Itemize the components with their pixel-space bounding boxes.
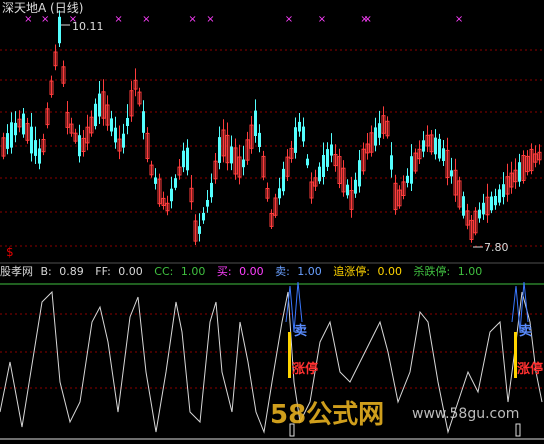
star-marker: ×: [455, 14, 463, 25]
candle-down: [14, 122, 17, 136]
limit-up-signal-2: 涨停: [517, 362, 544, 377]
candle-down: [354, 179, 357, 194]
candle-down: [30, 126, 33, 154]
candle-down: [302, 126, 305, 142]
limit-up-bar: [288, 332, 291, 378]
candle-down: [122, 133, 125, 148]
candle-down: [502, 184, 505, 198]
candle-down: [10, 122, 13, 148]
watermark-logo: 58公式网: [270, 400, 385, 430]
candle-down: [206, 200, 209, 207]
candle-down: [126, 118, 129, 126]
candle-down: [434, 137, 437, 155]
candle-down: [374, 127, 377, 146]
signal-dollar-icon: $: [6, 245, 14, 259]
high-price-label: 10.11: [72, 20, 104, 33]
candle-down: [38, 148, 41, 164]
candle-down: [242, 159, 245, 168]
star-marker: ×: [142, 14, 150, 25]
candle-down: [94, 103, 97, 127]
candle-down: [518, 162, 521, 182]
candle-down: [298, 121, 301, 132]
candle-down: [198, 226, 201, 234]
candle-down: [6, 133, 9, 149]
stock-title: 深天地A (日线): [2, 1, 84, 15]
candle-down: [322, 155, 325, 177]
candle-down: [346, 184, 349, 196]
candle-down: [330, 144, 333, 156]
sell-signal-1: 卖: [294, 324, 308, 339]
candle-down: [170, 188, 173, 202]
candle-down: [58, 16, 61, 44]
candle-down: [202, 212, 205, 221]
star-marker: ×: [318, 14, 326, 25]
candle-down: [282, 168, 285, 192]
candle-down: [258, 132, 261, 147]
candle-down: [294, 127, 297, 153]
candle-down: [34, 140, 37, 156]
candle-down: [110, 118, 113, 132]
candle-down: [358, 160, 361, 187]
candle-down: [498, 189, 501, 203]
candlestick-panel[interactable]: × × × × × × × × × × × × 深天地A (日线) 10.11 7.80 $: [0, 0, 544, 262]
candle-down: [478, 209, 481, 219]
candle-down: [462, 196, 465, 216]
star-marker: ×: [41, 14, 49, 25]
candle-down: [442, 148, 445, 161]
candle-down: [182, 150, 185, 168]
sell-signal-2: 卖: [519, 324, 533, 339]
limit-marker: [515, 423, 521, 437]
star-marker: ×: [188, 14, 196, 25]
candle-down: [254, 110, 257, 136]
candle-down: [490, 196, 493, 211]
candle-down: [450, 170, 453, 177]
chart-window: × × × × × × × × × × × × 深天地A (日线) 10.11 7.80 $ 股孝网 …: [0, 0, 544, 444]
candle-down: [378, 123, 381, 138]
star-marker: ×: [364, 14, 372, 25]
candle-down: [438, 138, 441, 159]
candle-down: [154, 177, 157, 184]
star-marker: ×: [24, 14, 32, 25]
limit-up-signal-1: 涨停: [292, 362, 319, 377]
candle-down: [186, 147, 189, 171]
star-marker: ×: [114, 14, 122, 25]
candle-down: [318, 166, 321, 182]
candle-down: [78, 135, 81, 157]
candle-down: [230, 146, 233, 164]
candle-down: [114, 127, 117, 143]
candle-down: [306, 158, 309, 166]
candlestick-chart[interactable]: × × × × × × × × × ×× ×: [0, 0, 544, 262]
low-price-label: 7.80: [484, 241, 509, 254]
candle-down: [410, 156, 413, 184]
candle-down: [482, 202, 485, 215]
candle-down: [494, 196, 497, 206]
star-marker: ×: [206, 14, 214, 25]
candle-down: [422, 140, 425, 152]
candle-down: [406, 175, 409, 183]
candle-down: [98, 93, 101, 117]
watermark-url: www.58gu.com: [412, 406, 520, 422]
candle-down: [278, 188, 281, 199]
candle-down: [390, 155, 393, 170]
candle-down: [218, 137, 221, 163]
candle-down: [210, 182, 213, 198]
candle-down: [22, 113, 25, 135]
candle-down: [142, 111, 145, 133]
star-marker: ×: [285, 14, 293, 25]
candle-down: [326, 149, 329, 167]
candle-down: [174, 178, 177, 188]
